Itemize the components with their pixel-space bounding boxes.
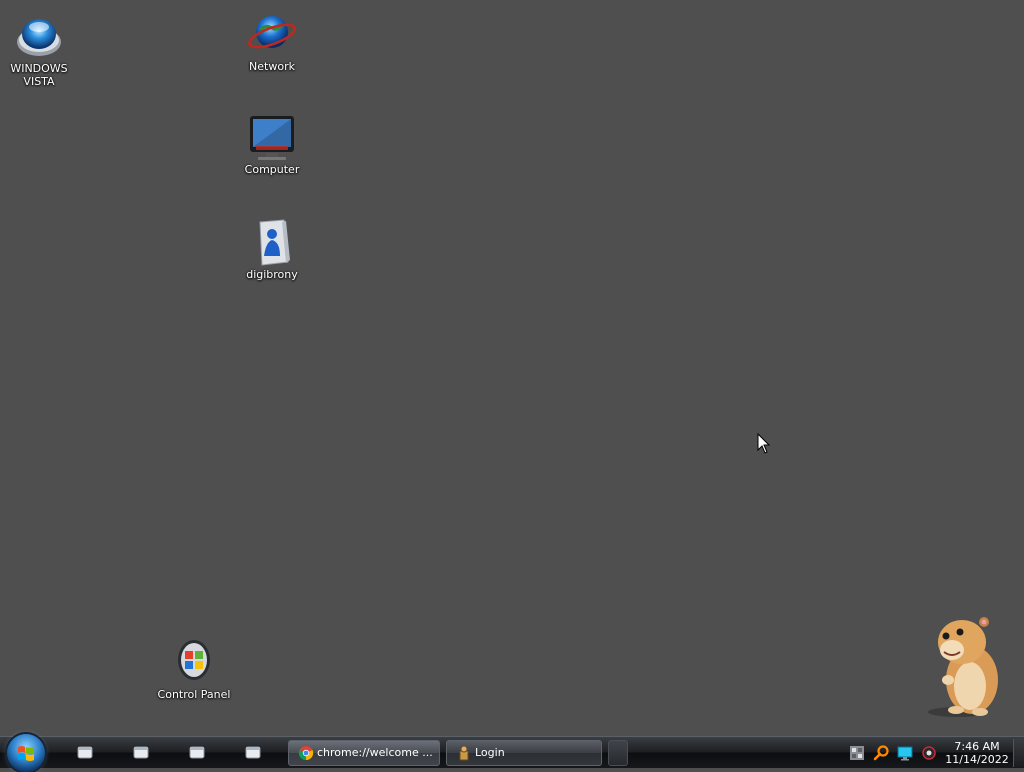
window-icon[interactable] — [189, 746, 205, 759]
desktop-icon-label: Network — [249, 60, 295, 73]
window-icon[interactable] — [77, 746, 93, 759]
window-icon[interactable] — [133, 746, 149, 759]
desktop-icon-control-panel[interactable]: Control Panel — [156, 638, 232, 701]
desktop-icon-windows-vista[interactable]: WINDOWS VISTA — [1, 12, 77, 88]
user-folder-icon — [259, 219, 290, 266]
clock-date: 11/14/2022 — [945, 753, 1009, 766]
chrome-icon — [298, 746, 314, 761]
show-desktop-button[interactable] — [1013, 739, 1024, 767]
taskbar-button-label: Login — [475, 746, 505, 759]
taskbar-button-label: chrome://welcome ... — [317, 746, 433, 759]
vista-orb-icon — [17, 19, 61, 56]
taskbar: chrome://welcome ... Login 7:46 AM 11/14… — [0, 734, 1024, 772]
clock-time: 7:46 AM — [954, 740, 1000, 753]
desktop[interactable]: WINDOWS VISTA Network Computer digibrony… — [0, 0, 1024, 736]
desktop-icon-digibrony[interactable]: digibrony — [234, 218, 310, 281]
network-globe-icon — [248, 16, 296, 49]
login-app-icon — [459, 745, 469, 761]
display-tray-icon[interactable] — [897, 745, 913, 761]
desktop-icon-computer[interactable]: Computer — [234, 113, 310, 176]
taskbar-grip[interactable] — [608, 740, 628, 766]
desktop-icon-label: digibrony — [246, 268, 298, 281]
windows-start-orb-icon — [18, 746, 34, 761]
taskbar-clock[interactable]: 7:46 AM 11/14/2022 — [944, 740, 1010, 766]
window-icon[interactable] — [245, 746, 261, 759]
desktop-icon-network[interactable]: Network — [234, 10, 310, 73]
start-button[interactable] — [7, 734, 45, 772]
network-tray-icon[interactable] — [849, 745, 865, 761]
volume-tray-icon[interactable] — [921, 745, 937, 761]
control-panel-icon — [178, 640, 210, 680]
computer-monitor-icon — [250, 116, 294, 160]
taskbar-button-chrome[interactable]: chrome://welcome ... — [288, 740, 440, 766]
desktop-icon-label: WINDOWS VISTA — [10, 62, 68, 88]
taskbar-button-login[interactable]: Login — [446, 740, 602, 766]
desktop-icon-label: Control Panel — [157, 688, 231, 701]
hamster-mascot-image — [928, 617, 998, 717]
mouse-cursor-icon — [757, 433, 771, 454]
desktop-icon-label: Computer — [244, 163, 300, 176]
search-tray-icon[interactable] — [873, 745, 889, 761]
